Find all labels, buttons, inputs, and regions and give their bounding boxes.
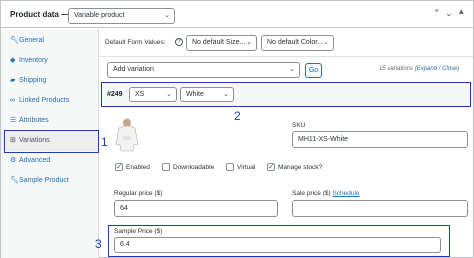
tab-linked-products[interactable]: ∞ Linked Products xyxy=(1,91,99,111)
tab-label: Advanced xyxy=(19,157,51,164)
default-form-values-label: Default Form Values: xyxy=(105,39,166,46)
tab-advanced[interactable]: ⚙ Advanced xyxy=(1,151,99,171)
list-icon: ☰ xyxy=(10,117,17,124)
tab-label: General xyxy=(19,37,44,44)
virtual-checkbox[interactable] xyxy=(226,163,234,171)
tab-label: Sample Product xyxy=(19,177,69,184)
chevron-down-icon: ⌄ xyxy=(166,91,172,98)
count-end: ) xyxy=(457,66,460,72)
sale-price-label: Sale price ($) Schedule xyxy=(292,190,360,197)
variations-count: 15 variations (Expand / Close) xyxy=(379,66,459,72)
regular-price-label: Regular price ($) xyxy=(114,190,163,197)
truck-icon: ▰ xyxy=(10,77,16,84)
product-data-header: Product data — Variable product ⌄ ⌃ ⌄ ▴ xyxy=(1,1,473,28)
enabled-label: Enabled xyxy=(126,164,150,171)
variation-id: #249 xyxy=(107,91,123,98)
gear-icon: ⚙ xyxy=(10,157,17,164)
annotation-number: 2 xyxy=(234,109,241,123)
downloadable-checkbox[interactable] xyxy=(162,163,170,171)
chevron-down-icon: ⌄ xyxy=(246,39,252,46)
variation-size-value: XS xyxy=(135,91,145,98)
variation-color-value: White xyxy=(186,91,204,98)
default-size-value: No default Size... xyxy=(192,39,246,46)
annotation-number: 3 xyxy=(95,237,102,251)
hoodie-thumbnail-icon xyxy=(115,118,139,152)
regular-price-input[interactable]: 64 xyxy=(114,200,278,217)
close-link[interactable]: Close xyxy=(442,66,457,72)
wrench-icon: 🔧︎ xyxy=(10,177,19,184)
chevron-down-icon: ⌄ xyxy=(289,66,295,73)
divider xyxy=(100,56,473,57)
link-icon: ∞ xyxy=(10,97,15,104)
chevron-down-icon: ⌄ xyxy=(323,39,329,46)
count-text: 15 variations ( xyxy=(379,66,417,72)
chevron-down-icon: ⌄ xyxy=(164,12,170,19)
add-variation-value: Add variation xyxy=(113,66,154,73)
add-variation-select[interactable]: Add variation ⌄ xyxy=(107,62,300,78)
chevron-up-icon[interactable]: ⌃ xyxy=(433,8,441,19)
default-size-select[interactable]: No default Size... ⌄ xyxy=(186,35,257,51)
tab-label: Inventory xyxy=(19,57,48,64)
default-color-select[interactable]: No default Color... ⌄ xyxy=(261,35,334,51)
schedule-link[interactable]: Schedule xyxy=(332,190,359,197)
tab-label: Linked Products xyxy=(19,97,70,104)
help-icon[interactable]: ? xyxy=(175,38,183,46)
sku-input[interactable]: MH11-XS-White xyxy=(292,131,468,148)
annotation-number: 1 xyxy=(101,135,108,149)
virtual-label: Virtual xyxy=(237,164,256,171)
tab-inventory[interactable]: ◆ Inventory xyxy=(1,51,99,71)
enabled-checkbox[interactable] xyxy=(115,162,123,171)
tab-sample-product[interactable]: 🔧︎Sample Product xyxy=(1,171,99,191)
go-button[interactable]: Go xyxy=(305,63,322,78)
tab-attributes[interactable]: ☰ Attributes xyxy=(1,111,99,131)
product-data-panel: Product data — Variable product ⌄ ⌃ ⌄ ▴ … xyxy=(0,0,474,258)
wrench-icon: 🔧︎ xyxy=(10,37,19,44)
manage-stock-label: Manage stock? xyxy=(278,164,323,171)
collapse-arrow-icon[interactable]: ▴ xyxy=(459,6,464,17)
variation-image[interactable] xyxy=(114,118,140,152)
tab-label: Attributes xyxy=(19,117,49,124)
sample-price-input[interactable]: 6.4 xyxy=(114,237,441,253)
variation-size-select[interactable]: XS ⌄ xyxy=(129,87,177,102)
expand-link[interactable]: Expand xyxy=(417,66,437,72)
tab-shipping[interactable]: ▰ Shipping xyxy=(1,71,99,91)
panel-title: Product data — xyxy=(10,10,70,19)
sample-price-label: Sample Price ($) xyxy=(114,228,163,235)
diamond-icon: ◆ xyxy=(10,57,16,64)
manage-stock-checkbox[interactable] xyxy=(267,162,275,171)
variation-color-select[interactable]: White ⌄ xyxy=(180,87,234,102)
sku-label: SKU xyxy=(292,122,306,129)
sale-price-label-text: Sale price ($) xyxy=(292,190,331,197)
product-type-select[interactable]: Variable product ⌄ xyxy=(68,8,175,24)
annotation-box-variations-tab xyxy=(4,130,99,153)
tab-label: Shipping xyxy=(19,77,47,84)
chevron-down-icon: ⌄ xyxy=(223,91,229,98)
tab-general[interactable]: 🔧︎General xyxy=(1,31,99,51)
sale-price-input[interactable] xyxy=(292,200,468,217)
chevron-down-icon[interactable]: ⌄ xyxy=(445,8,453,19)
downloadable-label: Downloadable xyxy=(173,164,215,171)
product-type-value: Variable product xyxy=(74,12,125,19)
default-color-value: No default Color... xyxy=(267,39,324,46)
